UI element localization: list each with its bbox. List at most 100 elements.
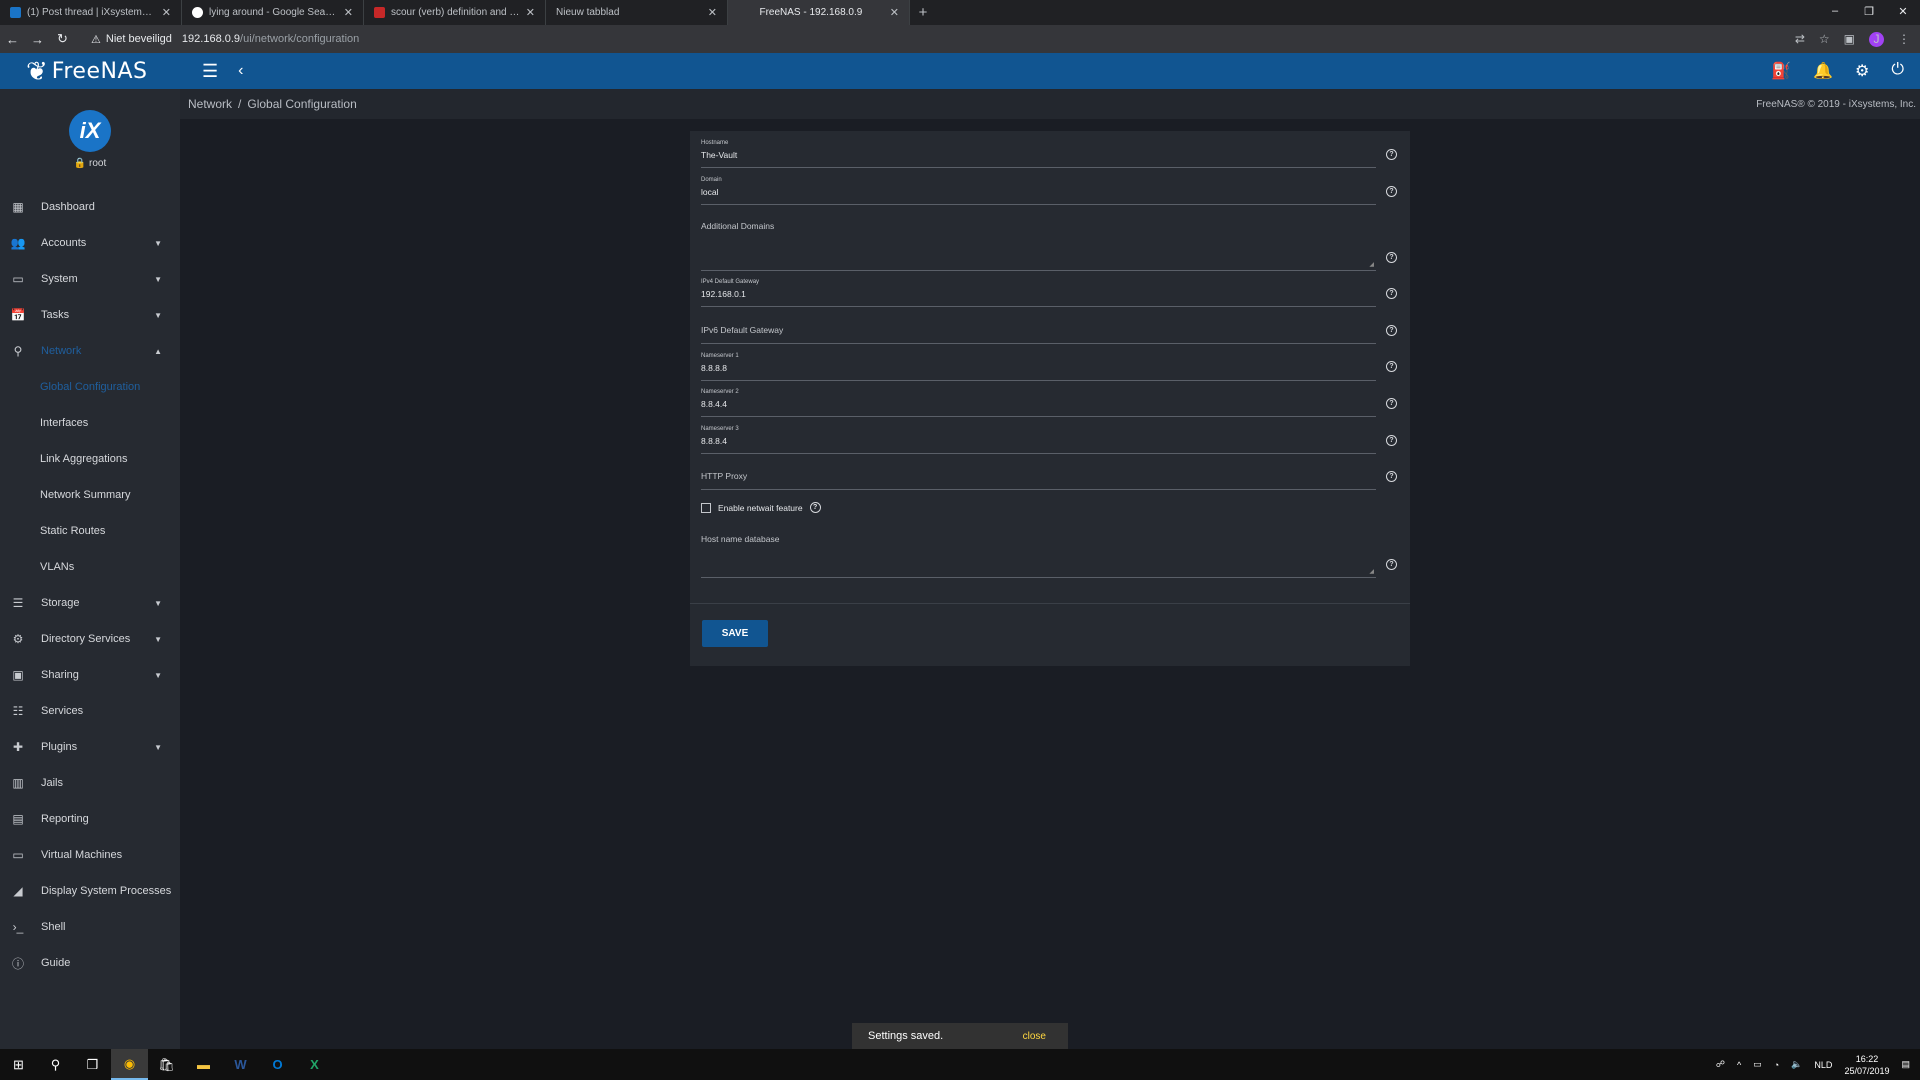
- sidebar-item-directory-services[interactable]: ⚙ Directory Services ▼: [0, 621, 180, 657]
- sidebar-item-system[interactable]: ▭ System ▼: [0, 261, 180, 297]
- browser-tab[interactable]: lying around - Google Search ✕: [182, 0, 364, 25]
- close-tab-icon[interactable]: ✕: [344, 6, 353, 19]
- netwait-help-icon[interactable]: ?: [809, 502, 821, 513]
- additional-domains-help-icon[interactable]: ?: [1386, 252, 1397, 263]
- browser-tab[interactable]: scour (verb) definition and synonyms ✕: [364, 0, 546, 25]
- sidebar-item-dashboard[interactable]: ▦ Dashboard: [0, 189, 180, 225]
- save-button[interactable]: SAVE: [702, 620, 768, 647]
- back-arrow-icon[interactable]: ←: [0, 32, 25, 47]
- sidebar-item-sharing[interactable]: ▣ Sharing ▼: [0, 657, 180, 693]
- minimize-icon[interactable]: –: [1818, 0, 1852, 22]
- sidebar-item-network[interactable]: ⚲ Network ▲: [0, 333, 180, 369]
- chrome-icon[interactable]: ◉: [111, 1049, 148, 1080]
- hamburger-menu-icon[interactable]: ☰: [202, 61, 218, 82]
- sidebar-item-display-system-processes[interactable]: ◢ Display System Processes: [0, 873, 180, 909]
- sidebar-item-guide[interactable]: ⓘ Guide: [0, 945, 180, 981]
- battery-icon[interactable]: ▭: [1753, 1059, 1762, 1070]
- nameserver1-field[interactable]: Nameserver 1 8.8.8.8: [701, 351, 1376, 381]
- clock[interactable]: 16:22 25/07/2019: [1844, 1053, 1889, 1077]
- sidebar-item-services[interactable]: ☷ Services: [0, 693, 180, 729]
- domain-help-icon[interactable]: ?: [1386, 186, 1397, 197]
- hosts-database-help-icon[interactable]: ?: [1386, 559, 1397, 570]
- browser-tab[interactable]: (1) Post thread | iXsystems Comm ✕: [0, 0, 182, 25]
- ipv6-gateway-help-icon[interactable]: ?: [1386, 325, 1397, 336]
- clock-date: 25/07/2019: [1844, 1065, 1890, 1076]
- sidebar-subitem-static-routes[interactable]: Static Routes: [0, 513, 180, 549]
- profile-avatar[interactable]: J: [1869, 31, 1884, 47]
- sidebar-item-tasks[interactable]: 📅 Tasks ▼: [0, 297, 180, 333]
- sidebar-item-reporting[interactable]: ▤ Reporting: [0, 801, 180, 837]
- wifi-icon[interactable]: ◔: [1774, 1060, 1779, 1070]
- update-icon[interactable]: ⛽: [1771, 61, 1791, 81]
- forward-arrow-icon[interactable]: →: [25, 32, 50, 47]
- new-tab-icon[interactable]: +: [910, 0, 936, 25]
- sidebar-item-accounts[interactable]: 👥 Accounts ▼: [0, 225, 180, 261]
- hosts-database-field[interactable]: Host name database ◢: [701, 528, 1376, 578]
- nameserver2-help-icon[interactable]: ?: [1386, 398, 1397, 409]
- close-tab-icon[interactable]: ✕: [162, 6, 171, 19]
- nameserver2-field[interactable]: Nameserver 2 8.8.4.4: [701, 387, 1376, 417]
- windows-start-icon[interactable]: ⊞: [0, 1049, 37, 1080]
- settings-gear-icon[interactable]: ⚙: [1855, 61, 1869, 81]
- sidebar-item-virtual-machines[interactable]: ▭ Virtual Machines: [0, 837, 180, 873]
- power-icon[interactable]: ⏻: [1891, 61, 1904, 81]
- breadcrumb: Network / Global Configuration FreeNAS® …: [180, 89, 1920, 119]
- bookmark-star-icon[interactable]: ☆: [1819, 32, 1830, 46]
- extension-icon[interactable]: ▣: [1844, 32, 1855, 46]
- word-icon[interactable]: W: [222, 1049, 259, 1080]
- browser-tab-active[interactable]: FreeNAS - 192.168.0.9 ✕: [728, 0, 910, 25]
- sidebar-item-storage[interactable]: ☰ Storage ▼: [0, 585, 180, 621]
- reload-icon[interactable]: ↻: [50, 31, 75, 47]
- close-tab-icon[interactable]: ✕: [526, 6, 535, 19]
- http-proxy-field[interactable]: HTTP Proxy: [701, 460, 1376, 490]
- url-input[interactable]: ⚠ Niet beveiligd 192.168.0.9/ui/network/…: [83, 28, 1763, 50]
- close-tab-icon[interactable]: ✕: [890, 6, 899, 19]
- close-window-icon[interactable]: ✕: [1886, 0, 1920, 22]
- sidebar-subitem-global-configuration[interactable]: Global Configuration: [0, 369, 180, 405]
- outlook-icon[interactable]: O: [259, 1049, 296, 1080]
- volume-icon[interactable]: 🔈: [1791, 1059, 1802, 1070]
- nameserver3-help-icon[interactable]: ?: [1386, 435, 1397, 446]
- http-proxy-help-icon[interactable]: ?: [1386, 471, 1397, 482]
- resize-handle-icon[interactable]: ◢: [1369, 261, 1374, 268]
- search-icon[interactable]: ⚲: [37, 1049, 74, 1080]
- restore-icon[interactable]: ❐: [1852, 0, 1886, 22]
- domain-field[interactable]: Domain local: [701, 175, 1376, 205]
- url-host: 192.168.0.9: [181, 33, 241, 45]
- snackbar-close-button[interactable]: close: [1023, 1031, 1046, 1042]
- sidebar-item-label: Sharing: [41, 669, 79, 681]
- ipv4-gateway-field[interactable]: IPv4 Default Gateway 192.168.0.1: [701, 277, 1376, 307]
- freenas-logo[interactable]: ❦ FreeNAS: [0, 56, 180, 87]
- excel-icon[interactable]: X: [296, 1049, 333, 1080]
- tray-expand-icon[interactable]: ^: [1737, 1060, 1741, 1070]
- people-icon[interactable]: ☍: [1716, 1059, 1725, 1070]
- sidebar-subitem-vlans[interactable]: VLANs: [0, 549, 180, 585]
- file-explorer-icon[interactable]: ▬: [185, 1049, 222, 1080]
- ipv6-gateway-field[interactable]: IPv6 Default Gateway: [701, 314, 1376, 344]
- language-indicator[interactable]: NLD: [1814, 1060, 1832, 1070]
- hostname-help-icon[interactable]: ?: [1386, 149, 1397, 160]
- sidebar-item-jails[interactable]: ▥ Jails: [0, 765, 180, 801]
- task-view-icon[interactable]: ❒: [74, 1049, 111, 1080]
- hostname-field[interactable]: Hostname The-Vault: [701, 138, 1376, 168]
- action-center-icon[interactable]: ▤: [1901, 1059, 1910, 1070]
- menu-dots-icon[interactable]: ⋮: [1898, 32, 1910, 46]
- sidebar-subitem-link-aggregations[interactable]: Link Aggregations: [0, 441, 180, 477]
- nameserver3-field[interactable]: Nameserver 3 8.8.8.4: [701, 424, 1376, 454]
- sidebar-item-plugins[interactable]: ✚ Plugins ▼: [0, 729, 180, 765]
- store-icon[interactable]: 🛍: [148, 1049, 185, 1080]
- additional-domains-field[interactable]: Additional Domains ◢: [701, 213, 1376, 271]
- translate-icon[interactable]: ⇄: [1795, 32, 1805, 46]
- browser-tab[interactable]: Nieuw tabblad ✕: [546, 0, 728, 25]
- netwait-checkbox[interactable]: [701, 502, 711, 513]
- ipv4-gateway-help-icon[interactable]: ?: [1386, 288, 1397, 299]
- sidebar-subitem-interfaces[interactable]: Interfaces: [0, 405, 180, 441]
- nameserver1-help-icon[interactable]: ?: [1386, 361, 1397, 372]
- breadcrumb-network[interactable]: Network: [188, 97, 232, 111]
- close-tab-icon[interactable]: ✕: [708, 6, 717, 19]
- sidebar-item-shell[interactable]: ›_ Shell: [0, 909, 180, 945]
- sidebar-subitem-network-summary[interactable]: Network Summary: [0, 477, 180, 513]
- resize-handle-icon[interactable]: ◢: [1369, 568, 1374, 575]
- collapse-sidebar-icon[interactable]: ‹: [238, 62, 243, 80]
- notifications-bell-icon[interactable]: 🔔: [1813, 61, 1833, 81]
